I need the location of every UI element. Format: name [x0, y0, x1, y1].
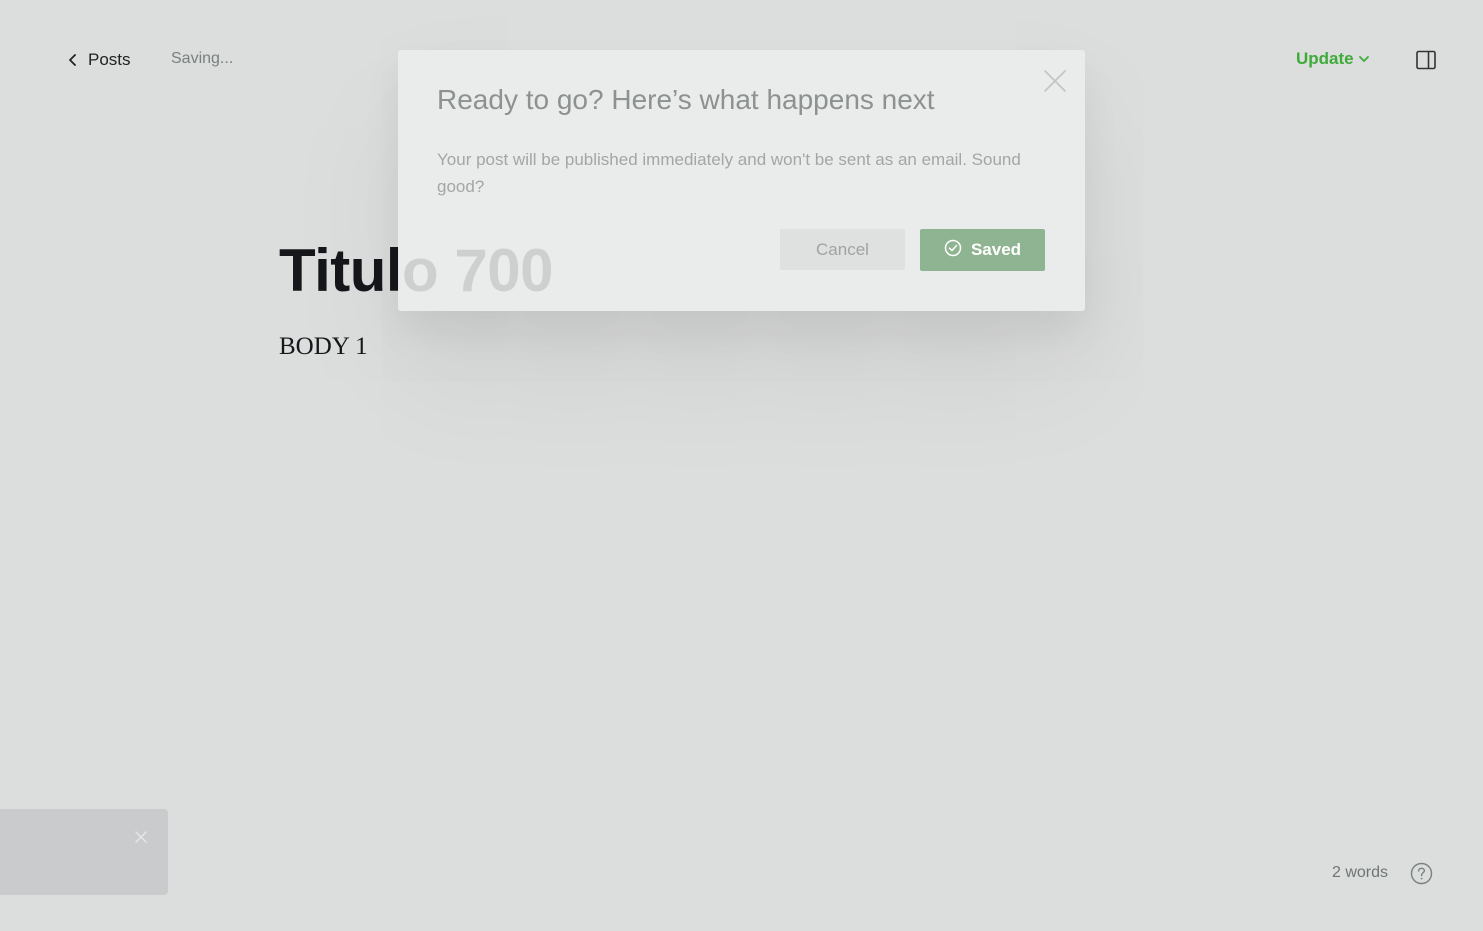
back-label: Posts	[88, 50, 131, 69]
save-status: Saving...	[171, 50, 234, 67]
help-icon[interactable]	[1410, 862, 1433, 885]
sidebar-toggle-icon[interactable]	[1416, 50, 1436, 70]
toast-notification	[0, 809, 168, 895]
check-circle-icon	[944, 239, 962, 262]
cancel-label: Cancel	[816, 239, 869, 259]
cancel-button[interactable]: Cancel	[780, 229, 905, 270]
post-body[interactable]: BODY 1	[279, 333, 368, 361]
update-button[interactable]: Update	[1296, 49, 1370, 69]
saved-label: Saved	[970, 240, 1022, 259]
chevron-down-icon	[1358, 49, 1370, 69]
saved-button[interactable]: Saved	[920, 229, 1045, 271]
chevron-left-icon	[68, 54, 78, 66]
close-icon[interactable]	[135, 830, 147, 843]
word-count: 2 words	[1332, 864, 1389, 881]
modal-title: Ready to go? Here’s what happens next	[437, 84, 935, 115]
editor-app: Posts Saving... Update Titulo 700 BODY 1…	[0, 0, 1483, 931]
close-icon[interactable]	[1044, 70, 1066, 92]
update-label: Update	[1296, 49, 1354, 68]
back-to-posts-link[interactable]: Posts	[68, 47, 131, 73]
publish-confirm-modal: Ready to go? Here’s what happens next Yo…	[398, 50, 1085, 311]
modal-message: Your post will be published immediately …	[437, 150, 1021, 196]
